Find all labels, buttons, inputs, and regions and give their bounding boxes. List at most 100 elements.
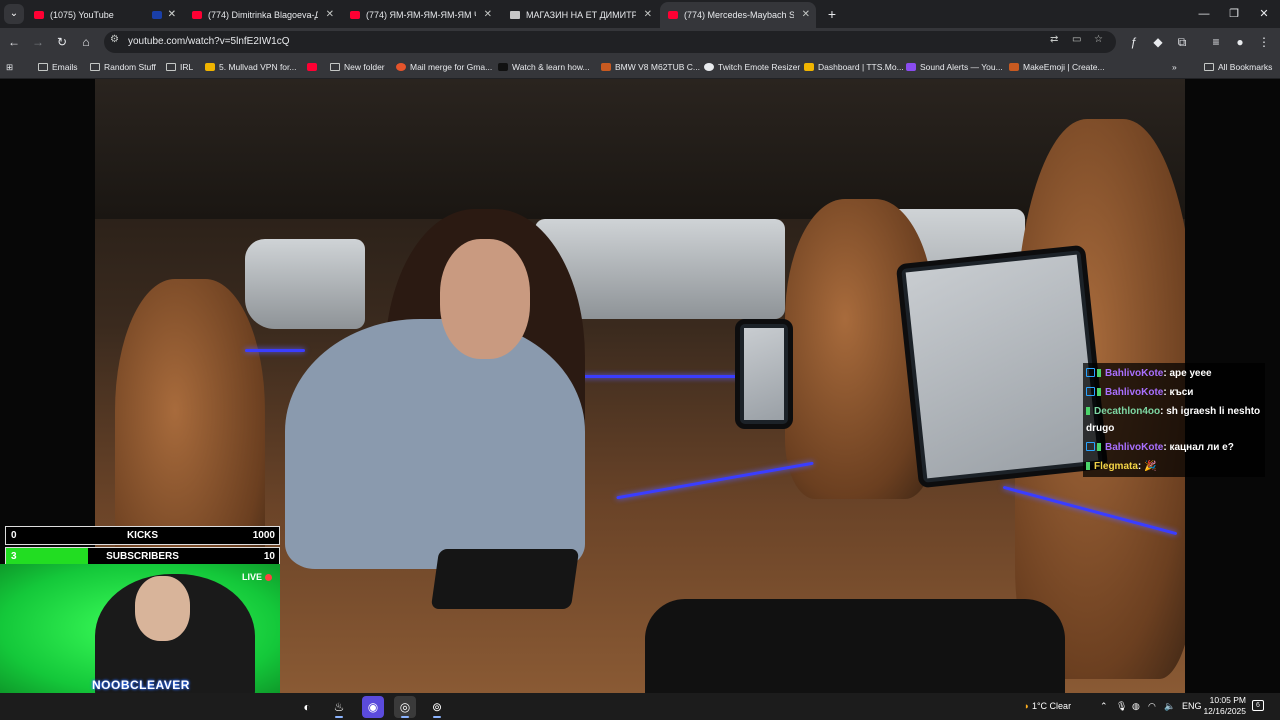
volume-icon[interactable]: 🔈: [1164, 693, 1175, 720]
folder-icon: [166, 63, 176, 71]
bookmark-random-stuff[interactable]: Random Stuff: [90, 56, 156, 78]
wifi-icon[interactable]: ◠: [1148, 693, 1156, 720]
app-icon[interactable]: ◐: [296, 696, 318, 718]
document-icon: [510, 11, 520, 19]
notifications-icon[interactable]: 6: [1252, 700, 1264, 711]
menu-kebab-icon[interactable]: ⋮: [1254, 32, 1274, 52]
profile-avatar[interactable]: ●: [1230, 32, 1250, 52]
steam-icon[interactable]: ♨: [328, 696, 350, 718]
bookmark-bmw[interactable]: BMW V8 M62TUB C...: [601, 56, 700, 78]
navigation-map: [905, 254, 1099, 479]
all-bookmarks-folder[interactable]: All Bookmarks: [1204, 56, 1272, 78]
more-bookmarks-chevron-icon[interactable]: »: [1172, 56, 1177, 78]
reload-button[interactable]: ↻: [52, 32, 72, 52]
folder-icon: [90, 63, 100, 71]
bookmark-watch-learn[interactable]: Watch & learn how...: [498, 56, 590, 78]
folder-icon: [1204, 63, 1214, 71]
rear-screen: [735, 319, 793, 429]
forward-button[interactable]: →: [28, 32, 48, 52]
tab-title: (774) Dimitrinka Blagoeva-Дида: [208, 10, 318, 20]
toolbar: ← → ↻ ⌂ ⚙ youtube.com/watch?v=5lnfE2IW1c…: [0, 28, 1280, 56]
chat-badge-icon: [1086, 442, 1095, 451]
car-ceiling: [95, 79, 1185, 219]
extension-icon[interactable]: ◆: [1148, 32, 1168, 52]
chat-badge-icon: [1097, 388, 1101, 396]
folder-icon: [38, 63, 48, 71]
bookmark-label: BMW V8 M62TUB C...: [615, 62, 701, 72]
tab-news[interactable]: ✕: [144, 2, 182, 28]
car-window: [245, 239, 365, 329]
network-icon[interactable]: ◍: [1132, 693, 1140, 720]
cast-icon[interactable]: ▭: [1072, 34, 1081, 45]
kicks-label: KICKS: [126, 530, 159, 541]
apps-grid-icon[interactable]: ⊞: [6, 56, 13, 78]
tab-mercedes-maybach[interactable]: (774) Mercedes-Maybach S ✕: [660, 2, 816, 28]
media-controls-icon[interactable]: ≡: [1206, 32, 1226, 52]
home-icon[interactable]: ⌂: [76, 32, 96, 52]
video-icon: [498, 63, 508, 71]
chat-message: BahlivoKote: къси: [1083, 383, 1265, 402]
streamer-face: [135, 576, 190, 641]
chrome-icon[interactable]: ◎: [394, 696, 416, 718]
extensions-puzzle-icon[interactable]: ⧉: [1172, 32, 1192, 52]
back-button[interactable]: ←: [4, 32, 24, 52]
bookmark-sound-alerts[interactable]: Sound Alerts — You...: [906, 56, 1003, 78]
site-info-icon[interactable]: ⚙: [110, 34, 119, 45]
extension-fx-icon[interactable]: ƒ: [1124, 32, 1144, 52]
bookmark-makeemoji[interactable]: MakeEmoji | Create...: [1009, 56, 1105, 78]
phone-device: [430, 549, 580, 609]
weather-widget[interactable]: ◗ 1°C Clear: [1024, 693, 1071, 720]
bookmark-label: Emails: [52, 62, 78, 72]
url-text[interactable]: youtube.com/watch?v=5lnfE2IW1cQ: [128, 31, 289, 53]
bookmark-tts-dashboard[interactable]: Dashboard | TTS.Mo...: [804, 56, 904, 78]
obs-icon[interactable]: ⊚: [426, 696, 448, 718]
bookmark-mullvad[interactable]: 5. Mullvad VPN for...: [205, 56, 296, 78]
folder-icon: [330, 63, 340, 71]
minimize-button[interactable]: —: [1188, 0, 1220, 28]
chat-badge-icon: [1086, 368, 1095, 377]
chat-badge-icon: [1097, 369, 1101, 377]
discord-icon[interactable]: ◉: [362, 696, 384, 718]
bookmark-youtube[interactable]: [307, 56, 321, 78]
new-tab-button[interactable]: +: [822, 2, 842, 26]
windows-taskbar: ◐ ♨ ◉ ◎ ⊚ ◗ 1°C Clear ⌃ 🎙 ◍ ◠ 🔈 ENG 10:0…: [0, 693, 1280, 720]
close-icon[interactable]: ✕: [168, 2, 176, 28]
tab-search-button[interactable]: ⌄: [4, 4, 24, 24]
tab-shop[interactable]: МАГАЗИН НА ЕТ ДИМИТРИНІ ✕: [502, 2, 658, 28]
live-label: LIVE: [241, 572, 262, 582]
system-clock[interactable]: 10:05 PM 12/16/2025: [1198, 695, 1246, 717]
ambient-light: [245, 349, 305, 352]
close-icon[interactable]: ✕: [326, 2, 334, 28]
person-face: [440, 239, 530, 359]
tray-chevron-icon[interactable]: ⌃: [1100, 693, 1108, 720]
chat-text: : кацнал ли е?: [1163, 442, 1234, 453]
bookmark-star-icon[interactable]: ☆: [1094, 34, 1103, 45]
bookmark-label: Random Stuff: [104, 62, 156, 72]
bookmark-irl[interactable]: IRL: [166, 56, 193, 78]
close-window-button[interactable]: ✕: [1248, 0, 1280, 28]
chat-message: Decathlon4oo: sh igraesh li neshto drugo: [1083, 402, 1265, 438]
close-icon[interactable]: ✕: [644, 2, 652, 28]
close-icon[interactable]: ✕: [802, 2, 810, 28]
microphone-icon[interactable]: 🎙: [1116, 693, 1127, 720]
bookmark-label: New folder: [344, 62, 385, 72]
chat-username: Decathlon4oo: [1094, 406, 1161, 417]
tab-yam-yam[interactable]: (774) ЯМ-ЯМ-ЯМ-ЯМ-ЯМ ЧИ ✕: [342, 2, 498, 28]
restore-button[interactable]: ❐: [1218, 0, 1250, 28]
translate-icon[interactable]: ⇄: [1050, 34, 1058, 45]
close-icon[interactable]: ✕: [484, 2, 492, 28]
news-icon: [152, 11, 162, 19]
bookmark-label: All Bookmarks: [1218, 62, 1273, 72]
bookmark-mail-merge[interactable]: Mail merge for Gma...: [396, 56, 492, 78]
weather-text: 1°C Clear: [1031, 701, 1072, 711]
tab-dimitrinka[interactable]: (774) Dimitrinka Blagoeva-Дида ✕: [184, 2, 340, 28]
bookmark-emails[interactable]: Emails: [38, 56, 78, 78]
address-bar[interactable]: ⚙ youtube.com/watch?v=5lnfE2IW1cQ ⇄ ▭ ☆: [104, 31, 1116, 53]
bookmark-new-folder[interactable]: New folder: [330, 56, 385, 78]
tab-title: (774) Mercedes-Maybach S: [684, 10, 794, 20]
chat-username: BahlivoKote: [1105, 368, 1164, 379]
chat-text: : аре уеее: [1163, 368, 1212, 379]
live-dot-icon: [265, 574, 272, 581]
bookmark-twitch-emote[interactable]: Twitch Emote Resizer: [704, 56, 800, 78]
video-player[interactable]: BahlivoKote: аре уеее BahlivoKote: къси …: [0, 79, 1280, 693]
